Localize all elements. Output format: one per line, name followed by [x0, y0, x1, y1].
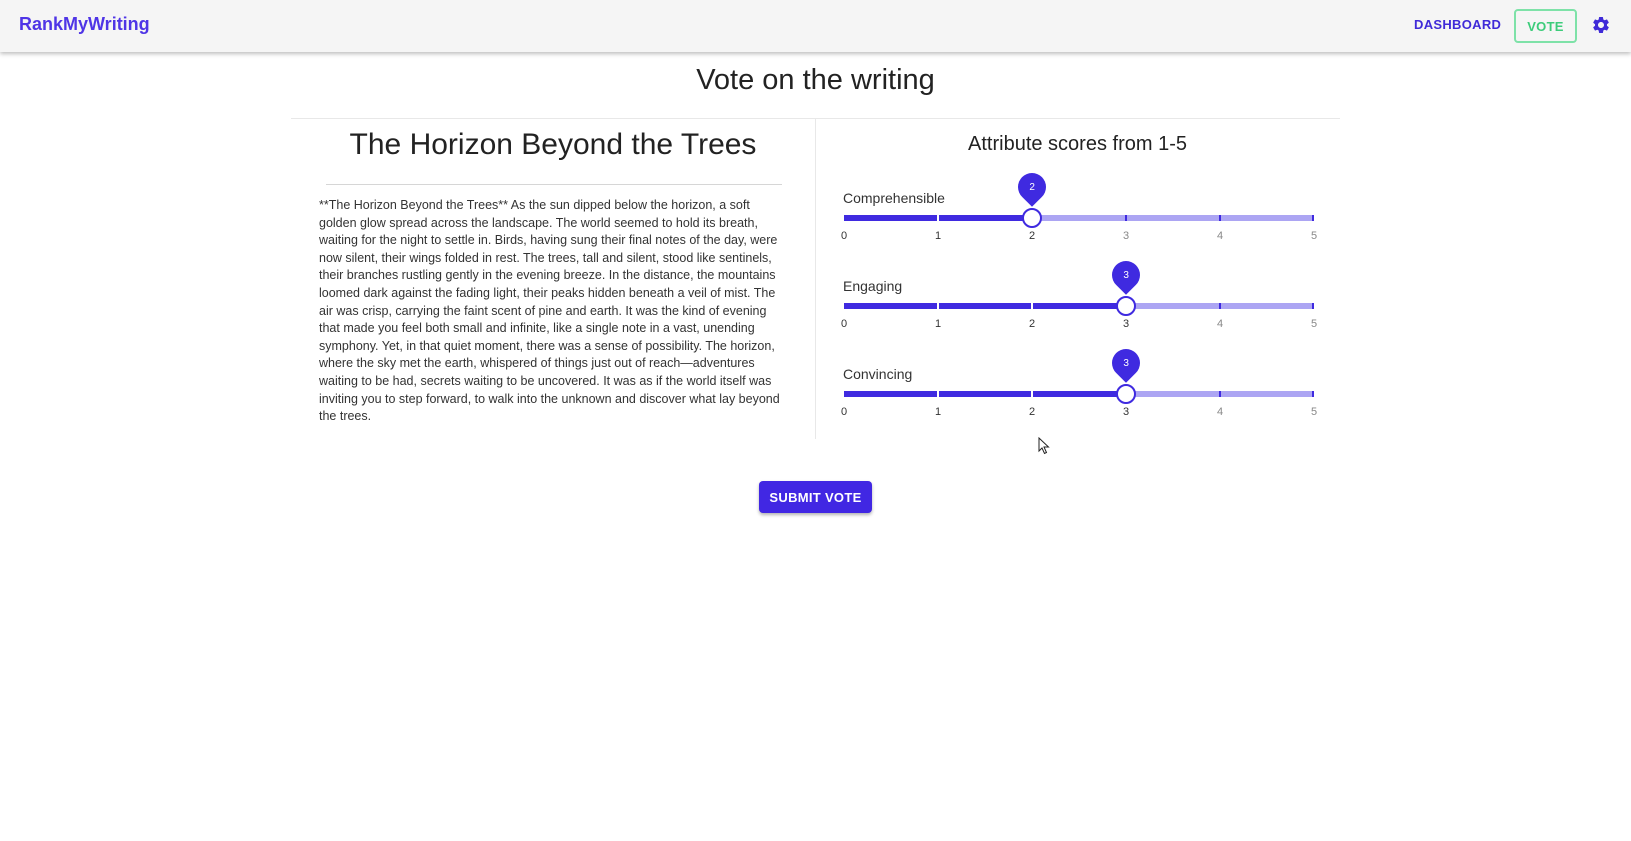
- brand-link[interactable]: RankMyWriting: [19, 14, 150, 35]
- slider-track-fill: [844, 391, 1126, 397]
- slider-tick-mark: [1312, 303, 1314, 309]
- attribute-label: Comprehensible: [843, 190, 945, 206]
- slider-tick-label: 0: [840, 318, 848, 330]
- slider-tick-mark: [1219, 303, 1221, 309]
- slider-tick-mark: [937, 391, 939, 397]
- gear-icon[interactable]: [1591, 15, 1611, 35]
- slider-tick-label: 0: [840, 230, 848, 242]
- slider-value-label: 2: [1012, 167, 1052, 207]
- slider-tick-mark: [1031, 391, 1033, 397]
- slider-tick-label: 2: [1028, 406, 1036, 418]
- slider-tick-label: 2: [1028, 318, 1036, 330]
- slider-tick-label: 4: [1216, 318, 1224, 330]
- slider-tick-mark: [1219, 391, 1221, 397]
- slider-tick-mark: [937, 215, 939, 221]
- slider-thumb[interactable]: [1116, 296, 1136, 316]
- slider-tick-mark: [1312, 391, 1314, 397]
- writing-body: **The Horizon Beyond the Trees** As the …: [319, 198, 780, 424]
- writing-title-divider: [326, 184, 782, 185]
- column-divider: [815, 119, 816, 439]
- submit-vote-button[interactable]: SUBMIT VOTE: [759, 481, 872, 513]
- slider-tick-label: 4: [1216, 406, 1224, 418]
- scores-heading: Attribute scores from 1-5: [968, 133, 1187, 155]
- slider-tick-mark: [1219, 215, 1221, 221]
- slider-tick-mark: [1125, 215, 1127, 221]
- slider-tick-label: 0: [840, 406, 848, 418]
- slider-tick-mark: [937, 303, 939, 309]
- slider-tick-mark: [1031, 303, 1033, 309]
- slider-tick-label: 5: [1310, 318, 1318, 330]
- attribute-slider-engaging[interactable]: Engaging 0123453: [841, 255, 1317, 358]
- slider-tick-mark: [1312, 215, 1314, 221]
- attribute-label: Convincing: [843, 366, 913, 382]
- slider-tick-label: 1: [934, 406, 942, 418]
- attribute-slider-comprehensible[interactable]: Comprehensible 0 1 2 3 4 5 2: [841, 167, 1317, 270]
- nav-dashboard-link[interactable]: DASHBOARD: [1414, 17, 1501, 32]
- slider-tick-label: 1: [934, 230, 942, 242]
- writing-title: The Horizon Beyond the Trees: [349, 128, 757, 161]
- page-title: Vote on the writing: [696, 64, 935, 96]
- slider-tick-label: 4: [1216, 230, 1224, 242]
- app-bar: RankMyWriting DASHBOARD VOTE: [0, 0, 1631, 52]
- slider-thumb[interactable]: [1022, 208, 1042, 228]
- slider-tick-label: 3: [1122, 406, 1130, 418]
- slider-track-fill: [844, 303, 1126, 309]
- mouse-cursor-icon: [1038, 437, 1050, 455]
- slider-tick-label: 3: [1122, 318, 1130, 330]
- slider-tick-label: 3: [1122, 230, 1130, 242]
- slider-tick-label: 5: [1310, 406, 1318, 418]
- slider-tick-label: 1: [934, 318, 942, 330]
- slider-tick-label: 2: [1028, 230, 1036, 242]
- slider-tick-label: 5: [1310, 230, 1318, 242]
- attribute-slider-convincing[interactable]: Convincing 0123453: [841, 343, 1317, 446]
- nav-vote-button[interactable]: VOTE: [1514, 9, 1577, 43]
- attribute-label: Engaging: [843, 278, 903, 294]
- slider-thumb[interactable]: [1116, 384, 1136, 404]
